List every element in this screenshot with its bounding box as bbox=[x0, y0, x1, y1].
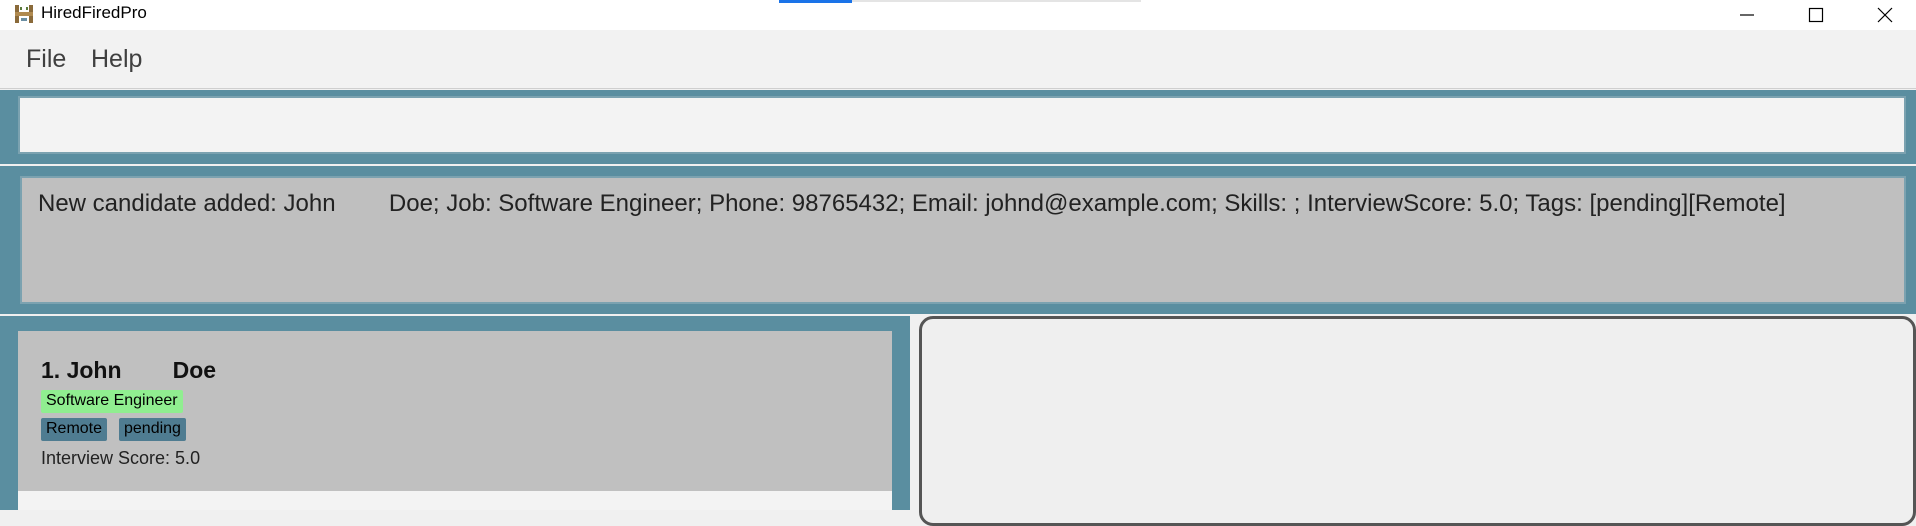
loading-track bbox=[852, 0, 1141, 2]
maximize-button[interactable] bbox=[1781, 0, 1851, 30]
menu-file[interactable]: File bbox=[26, 45, 66, 74]
candidate-detail-panel bbox=[919, 316, 1916, 526]
tag-chip: pending bbox=[119, 418, 186, 441]
close-icon bbox=[1877, 7, 1893, 23]
window-title: HiredFiredPro bbox=[41, 3, 147, 22]
minimize-button[interactable] bbox=[1712, 0, 1782, 30]
menu-help[interactable]: Help bbox=[91, 45, 142, 74]
result-message: New candidate added: John Doe; Job: Soft… bbox=[38, 190, 1786, 217]
menu-bar: File Help bbox=[0, 30, 1916, 89]
app-logo-icon bbox=[14, 4, 34, 24]
maximize-icon bbox=[1808, 7, 1824, 23]
title-bar: HiredFiredPro bbox=[0, 0, 1916, 30]
loading-indicator bbox=[779, 0, 852, 3]
candidate-card[interactable]: 1. John Doe Software Engineer Remote pen… bbox=[18, 331, 892, 491]
interview-score: Interview Score: 5.0 bbox=[41, 448, 201, 468]
candidate-name: 1. John Doe bbox=[41, 357, 217, 383]
minimize-icon bbox=[1740, 14, 1754, 16]
job-chip: Software Engineer bbox=[41, 390, 183, 413]
command-input[interactable] bbox=[18, 96, 1906, 154]
close-button[interactable] bbox=[1850, 0, 1916, 30]
tag-chip: Remote bbox=[41, 418, 108, 441]
